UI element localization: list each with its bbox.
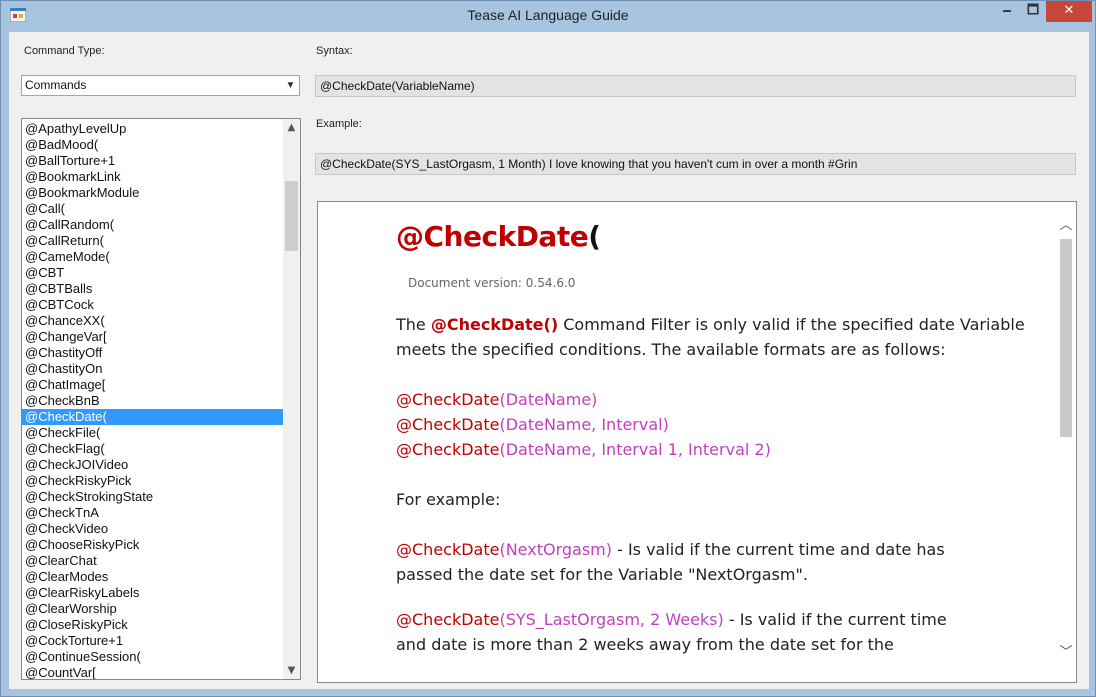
list-item[interactable]: @ClearWorship: [22, 601, 284, 617]
chevron-down-icon[interactable]: ﹀: [1058, 644, 1074, 662]
list-item[interactable]: @CheckBnB: [22, 393, 284, 409]
list-item[interactable]: @CloseRiskyPick: [22, 617, 284, 633]
list-item[interactable]: @CallRandom(: [22, 217, 284, 233]
command-type-select[interactable]: Commands ▼: [21, 75, 300, 96]
command-type-value: Commands: [25, 78, 87, 92]
example-args: (NextOrgasm): [499, 540, 612, 559]
chevron-down-icon[interactable]: ▼: [282, 76, 299, 95]
list-item[interactable]: @CheckRiskyPick: [22, 473, 284, 489]
list-item[interactable]: @ClearModes: [22, 569, 284, 585]
list-item[interactable]: @ChatImage[: [22, 377, 284, 393]
close-button[interactable]: ✕: [1046, 1, 1092, 22]
list-item[interactable]: @ChastityOff: [22, 345, 284, 361]
format-command: @CheckDate: [396, 440, 500, 459]
example-command: @CheckDate: [396, 540, 500, 559]
syntax-label: Syntax:: [316, 45, 353, 57]
doc-scroll-thumb[interactable]: [1060, 239, 1072, 437]
title-bar[interactable]: Tease AI Language Guide 🗕 🗖 ✕: [1, 1, 1095, 31]
doc-title: @CheckDate(: [396, 220, 1036, 260]
list-item[interactable]: @CheckFlag(: [22, 441, 284, 457]
scroll-up-icon[interactable]: ▲: [283, 119, 300, 136]
doc-version: Document version: 0.54.6.0: [408, 276, 576, 290]
list-item[interactable]: @Call(: [22, 201, 284, 217]
doc-formats: @CheckDate(DateName) @CheckDate(DateName…: [396, 387, 1036, 462]
close-icon: ✕: [1063, 3, 1075, 18]
example-args: (SYS_LastOrgasm, 2 Weeks): [499, 610, 724, 629]
list-item[interactable]: @BookmarkModule: [22, 185, 284, 201]
list-item[interactable]: @CBTCock: [22, 297, 284, 313]
list-item[interactable]: @ChastityOn: [22, 361, 284, 377]
doc-intro-command: @CheckDate(): [430, 315, 559, 334]
doc-format-line: @CheckDate(DateName, Interval 1, Interva…: [396, 437, 1036, 462]
documentation-scrollbar[interactable]: ︿ ﹀: [1056, 202, 1076, 682]
list-item[interactable]: @BookmarkLink: [22, 169, 284, 185]
list-item[interactable]: @CameMode(: [22, 249, 284, 265]
command-list-items: @ApathyLevelUp @BadMood(@BallTorture+1 @Bo…: [22, 121, 284, 679]
maximize-button[interactable]: 🗖: [1020, 1, 1046, 22]
format-command: @CheckDate: [396, 390, 500, 409]
list-item[interactable]: @CBT: [22, 265, 284, 281]
list-item[interactable]: @CallReturn(: [22, 233, 284, 249]
list-item-selected[interactable]: @CheckDate(: [22, 409, 284, 425]
syntax-field[interactable]: @CheckDate(VariableName): [315, 75, 1076, 97]
example-field[interactable]: @CheckDate(SYS_LastOrgasm, 1 Month) I lo…: [315, 153, 1076, 175]
documentation-content: @CheckDate( Document version: 0.54.6.0 T…: [396, 220, 1036, 657]
list-item[interactable]: @CheckStrokingState: [22, 489, 284, 505]
example-label: Example:: [316, 118, 362, 130]
list-item[interactable]: @ChooseRiskyPick: [22, 537, 284, 553]
window-title: Tease AI Language Guide: [467, 7, 629, 23]
command-list-scrollbar[interactable]: ▲ ▼: [283, 119, 300, 679]
documentation-viewer[interactable]: @CheckDate( Document version: 0.54.6.0 T…: [317, 201, 1077, 683]
maximize-icon: 🗖: [1026, 3, 1040, 18]
app-window: Tease AI Language Guide 🗕 🗖 ✕ Command Ty…: [0, 0, 1096, 697]
format-args: (DateName, Interval): [499, 415, 669, 434]
list-item[interactable]: @CheckVideo: [22, 521, 284, 537]
format-command: @CheckDate: [396, 415, 500, 434]
list-item[interactable]: @ChangeVar[: [22, 329, 284, 345]
format-args: (DateName): [499, 390, 598, 409]
command-list[interactable]: @ApathyLevelUp @BadMood(@BallTorture+1 @Bo…: [21, 118, 301, 680]
list-item[interactable]: @ClearRiskyLabels: [22, 585, 284, 601]
list-item[interactable]: @ContinueSession(: [22, 649, 284, 665]
list-item[interactable]: @CBTBalls: [22, 281, 284, 297]
chevron-up-icon[interactable]: ︿: [1058, 217, 1074, 235]
client-area: Command Type: Commands ▼ @ApathyLevelUp @…: [9, 32, 1089, 689]
doc-for-example: For example:: [396, 490, 501, 509]
minimize-button[interactable]: 🗕: [994, 1, 1020, 22]
list-item[interactable]: @CheckJOIVideo: [22, 457, 284, 473]
list-item[interactable]: @BadMood(: [22, 137, 284, 153]
list-item[interactable]: @ApathyLevelUp: [22, 121, 284, 137]
scroll-thumb[interactable]: [285, 181, 298, 251]
doc-format-line: @CheckDate(DateName, Interval): [396, 412, 1036, 437]
list-item[interactable]: @ClearChat: [22, 553, 284, 569]
doc-format-line: @CheckDate(DateName): [396, 387, 1036, 412]
list-item[interactable]: @CheckTnA: [22, 505, 284, 521]
doc-title-command: @CheckDate: [396, 220, 589, 253]
doc-intro: The @CheckDate() Command Filter is only …: [396, 312, 1036, 362]
list-item[interactable]: @ChanceXX(: [22, 313, 284, 329]
example-command: @CheckDate: [396, 610, 500, 629]
doc-example-2: @CheckDate(SYS_LastOrgasm, 2 Weeks) - Is…: [396, 607, 976, 657]
format-args: (DateName, Interval 1, Interval 2): [499, 440, 771, 459]
list-item[interactable]: @CockTorture+1: [22, 633, 284, 649]
doc-intro-the: The: [396, 315, 431, 334]
command-type-label: Command Type:: [24, 45, 105, 57]
scroll-down-icon[interactable]: ▼: [283, 662, 300, 679]
doc-example-1: @CheckDate(NextOrgasm) - Is valid if the…: [396, 537, 956, 587]
list-item[interactable]: @CheckFile(: [22, 425, 284, 441]
doc-title-paren: (: [588, 220, 601, 253]
list-item[interactable]: @CountVar[: [22, 665, 284, 679]
minimize-icon: 🗕: [1002, 3, 1012, 18]
list-item[interactable]: @BallTorture+1: [22, 153, 284, 169]
